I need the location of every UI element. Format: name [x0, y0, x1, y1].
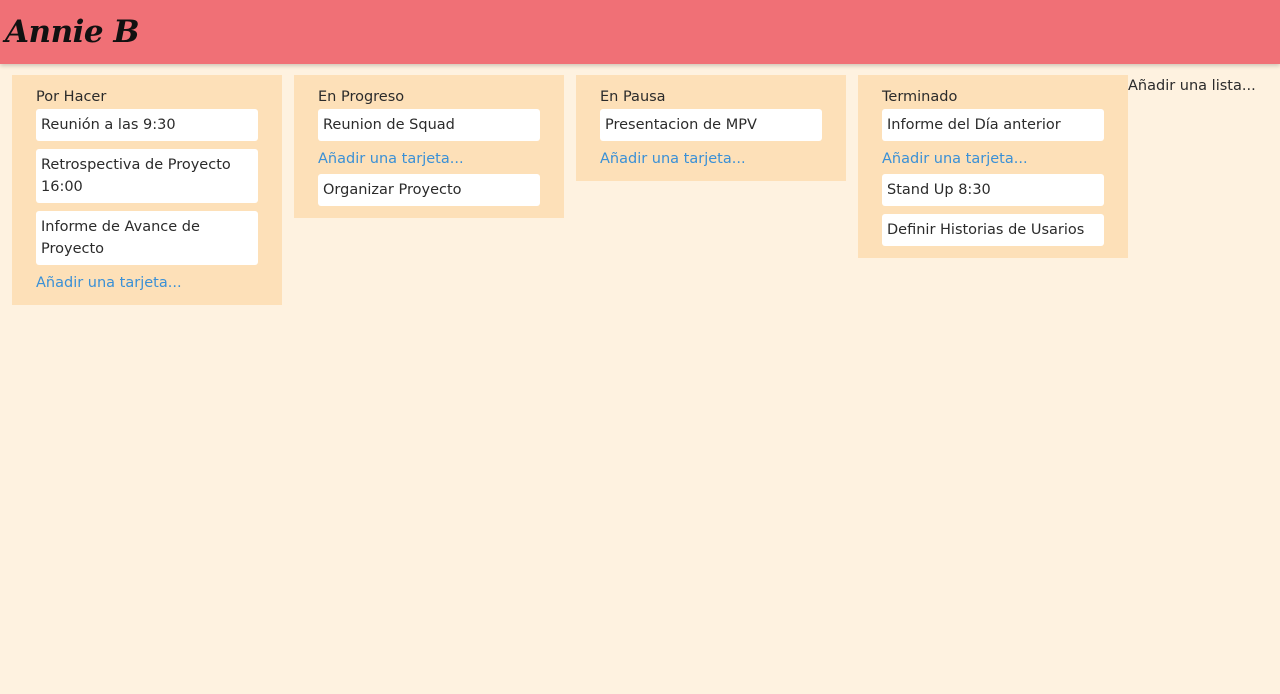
add-card-link[interactable]: Añadir una tarjeta... [36, 273, 258, 293]
top-bar: Annie B [0, 0, 1280, 64]
card[interactable]: Definir Historias de Usarios [882, 214, 1104, 246]
card[interactable]: Informe de Avance de Proyecto [36, 211, 258, 265]
card[interactable]: Retrospectiva de Proyecto 16:00 [36, 149, 258, 203]
card[interactable]: Presentacion de MPV [600, 109, 822, 141]
card[interactable]: Organizar Proyecto [318, 174, 540, 206]
add-card-link[interactable]: Añadir una tarjeta... [882, 149, 1104, 169]
list-por-hacer: Por Hacer Reunión a las 9:30 Retrospecti… [12, 75, 282, 305]
list-en-pausa: En Pausa Presentacion de MPV Añadir una … [576, 75, 846, 181]
card[interactable]: Reunion de Squad [318, 109, 540, 141]
card[interactable]: Stand Up 8:30 [882, 174, 1104, 206]
app-logo[interactable]: Annie B [5, 8, 140, 56]
add-list-link[interactable]: Añadir una lista... [1128, 76, 1256, 96]
card[interactable]: Reunión a las 9:30 [36, 109, 258, 141]
list-title[interactable]: Terminado [882, 87, 1104, 109]
add-card-link[interactable]: Añadir una tarjeta... [318, 149, 540, 169]
add-card-link[interactable]: Añadir una tarjeta... [600, 149, 822, 169]
list-terminado: Terminado Informe del Día anterior Añadi… [858, 75, 1128, 258]
list-title[interactable]: En Progreso [318, 87, 540, 109]
card[interactable]: Informe del Día anterior [882, 109, 1104, 141]
list-title[interactable]: En Pausa [600, 87, 822, 109]
list-title[interactable]: Por Hacer [36, 87, 258, 109]
list-en-progreso: En Progreso Reunion de Squad Añadir una … [294, 75, 564, 218]
